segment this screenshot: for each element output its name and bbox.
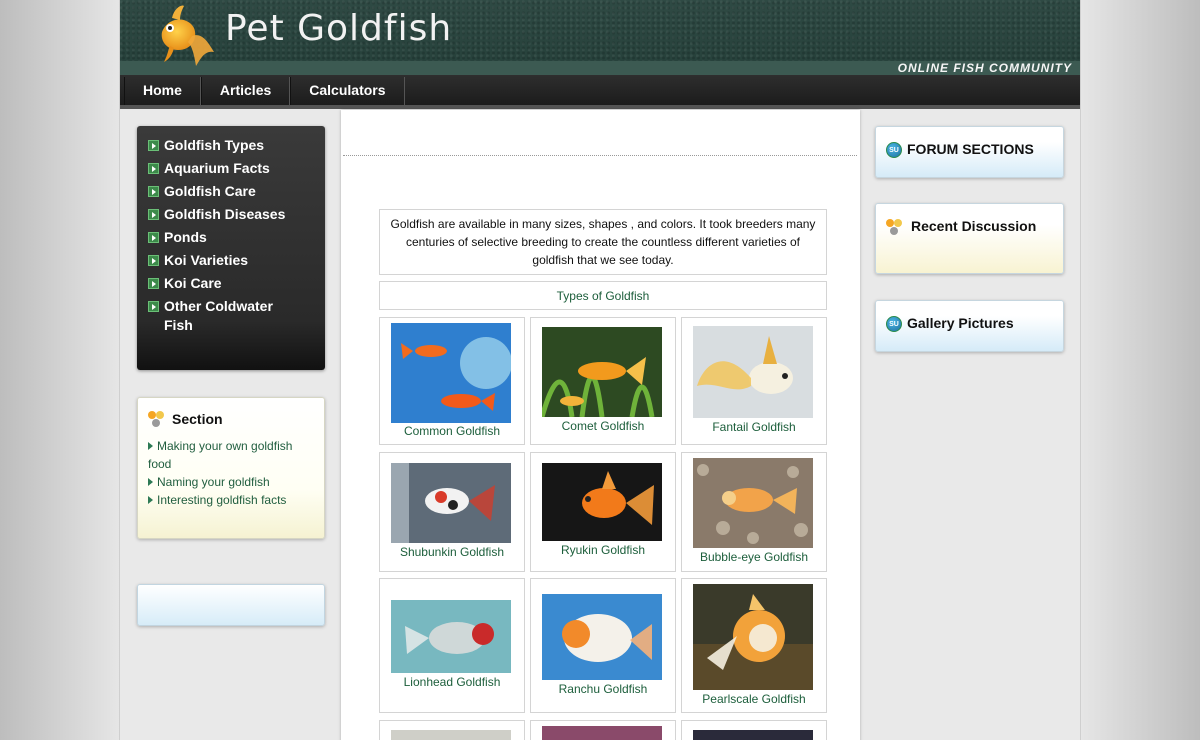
arrow-icon [148, 140, 159, 151]
fish-caption[interactable]: Ryukin Goldfish [531, 543, 675, 557]
bubble-eye-goldfish-image[interactable] [693, 458, 813, 548]
site-header: Pet Goldfish ONLINE FISH COMMUNITY [120, 0, 1080, 75]
menu-item-koi-varieties[interactable]: Koi Varieties [148, 251, 315, 270]
fish-card-fantail[interactable]: Fantail Goldfish [681, 317, 827, 445]
comet-goldfish-image[interactable] [542, 327, 662, 417]
menu-item-label: Ponds [164, 229, 207, 245]
fish-card-shubunkin[interactable]: Shubunkin Goldfish [379, 452, 525, 572]
menu-item-label: Aquarium Facts [164, 160, 270, 176]
menu-item-koi-care[interactable]: Koi Care [148, 274, 315, 293]
gallery-pictures-box[interactable]: SU Gallery Pictures [875, 300, 1064, 352]
menu-item-goldfish-diseases[interactable]: Goldfish Diseases [148, 205, 315, 224]
left-category-menu: Goldfish Types Aquarium Facts Goldfish C… [137, 126, 325, 370]
fish-card-pearlscale[interactable]: Pearlscale Goldfish [681, 578, 827, 713]
partial-fish-image[interactable] [542, 726, 662, 740]
fish-card-ranchu[interactable]: Ranchu Goldfish [530, 578, 676, 713]
arrow-icon [148, 186, 159, 197]
menu-item-other-coldwater-fish[interactable]: Other Coldwater Fish [148, 297, 315, 335]
menu-item-label: Goldfish Diseases [164, 206, 286, 222]
menu-item-goldfish-care[interactable]: Goldfish Care [148, 182, 315, 201]
lionhead-goldfish-image[interactable] [391, 600, 511, 673]
common-goldfish-image[interactable] [391, 323, 511, 423]
fish-card-partial-1[interactable] [379, 720, 525, 740]
fish-card-lionhead[interactable]: Lionhead Goldfish [379, 578, 525, 713]
gallery-pictures-label[interactable]: Gallery Pictures [907, 315, 1014, 331]
stumbleupon-icon: SU [886, 142, 902, 158]
arrow-icon [148, 209, 159, 220]
partial-fish-image[interactable] [391, 730, 511, 740]
types-heading: Types of Goldfish [379, 281, 827, 310]
fish-caption[interactable]: Comet Goldfish [531, 419, 675, 433]
partial-fish-image[interactable] [693, 730, 813, 740]
fish-caption[interactable]: Ranchu Goldfish [531, 682, 675, 696]
section-link-label: Naming your goldfish [157, 475, 270, 489]
shubunkin-goldfish-image[interactable] [391, 463, 511, 543]
nav-articles[interactable]: Articles [200, 77, 291, 105]
dots-icon [148, 410, 166, 428]
fish-card-ryukin[interactable]: Ryukin Goldfish [530, 452, 676, 572]
menu-item-label: Koi Varieties [164, 252, 249, 268]
ranchu-goldfish-image[interactable] [542, 594, 662, 680]
section-link-label: Making your own goldfish food [148, 439, 293, 471]
menu-item-label: Koi Care [164, 275, 222, 291]
main-nav: Home Articles Calculators [120, 75, 1080, 109]
recent-discussion-box[interactable]: Recent Discussion [875, 203, 1064, 274]
forum-sections-box[interactable]: SU FORUM SECTIONS [875, 126, 1064, 178]
fish-card-comet[interactable]: Comet Goldfish [530, 317, 676, 445]
nav-home[interactable]: Home [124, 77, 201, 105]
menu-item-label: Other Coldwater Fish [164, 298, 273, 333]
fish-caption[interactable]: Shubunkin Goldfish [380, 545, 524, 559]
section-link-label: Interesting goldfish facts [157, 493, 287, 507]
triangle-icon [148, 442, 153, 450]
section-box: Section Making your own goldfish food Na… [137, 397, 325, 539]
empty-blue-box [137, 584, 325, 626]
menu-item-goldfish-types[interactable]: Goldfish Types [148, 136, 315, 155]
fish-caption[interactable]: Fantail Goldfish [682, 420, 826, 434]
fish-caption[interactable]: Bubble-eye Goldfish [682, 550, 826, 564]
recent-discussion-label[interactable]: Recent Discussion [911, 218, 1036, 234]
fish-caption[interactable]: Pearlscale Goldfish [682, 692, 826, 706]
section-title-label: Section [172, 411, 223, 427]
menu-item-label: Goldfish Types [164, 137, 265, 153]
goldfish-logo-icon[interactable] [148, 2, 216, 68]
triangle-icon [148, 496, 153, 504]
arrow-icon [148, 163, 159, 174]
arrow-icon [148, 301, 159, 312]
triangle-icon [148, 478, 153, 486]
site-title[interactable]: Pet Goldfish [225, 8, 452, 49]
dots-icon [886, 218, 904, 236]
fish-card-bubble-eye[interactable]: Bubble-eye Goldfish [681, 452, 827, 572]
pearlscale-goldfish-image[interactable] [693, 584, 813, 690]
menu-item-label: Goldfish Care [164, 183, 256, 199]
section-link-making-food[interactable]: Making your own goldfish food [148, 437, 314, 473]
stumbleupon-icon: SU [886, 316, 902, 332]
fish-caption[interactable]: Common Goldfish [380, 424, 524, 438]
fish-caption[interactable]: Lionhead Goldfish [380, 675, 524, 689]
section-link-facts[interactable]: Interesting goldfish facts [148, 491, 314, 509]
nav-calculators[interactable]: Calculators [290, 77, 405, 105]
fish-card-partial-3[interactable] [681, 720, 827, 740]
dotted-divider [343, 155, 857, 156]
section-box-title: Section [148, 410, 314, 428]
fish-card-common[interactable]: Common Goldfish [379, 317, 525, 445]
forum-sections-label[interactable]: FORUM SECTIONS [907, 141, 1034, 157]
menu-item-aquarium-facts[interactable]: Aquarium Facts [148, 159, 315, 178]
intro-text: Goldfish are available in many sizes, sh… [379, 209, 827, 275]
arrow-icon [148, 278, 159, 289]
arrow-icon [148, 232, 159, 243]
arrow-icon [148, 255, 159, 266]
page: Pet Goldfish ONLINE FISH COMMUNITY Home … [119, 0, 1081, 740]
main-content: Goldfish are available in many sizes, sh… [341, 110, 860, 740]
fantail-goldfish-image[interactable] [693, 326, 813, 418]
menu-item-ponds[interactable]: Ponds [148, 228, 315, 247]
fish-card-partial-2[interactable] [530, 720, 676, 740]
site-tagline: ONLINE FISH COMMUNITY [897, 61, 1072, 75]
section-link-naming[interactable]: Naming your goldfish [148, 473, 314, 491]
ryukin-goldfish-image[interactable] [542, 463, 662, 541]
